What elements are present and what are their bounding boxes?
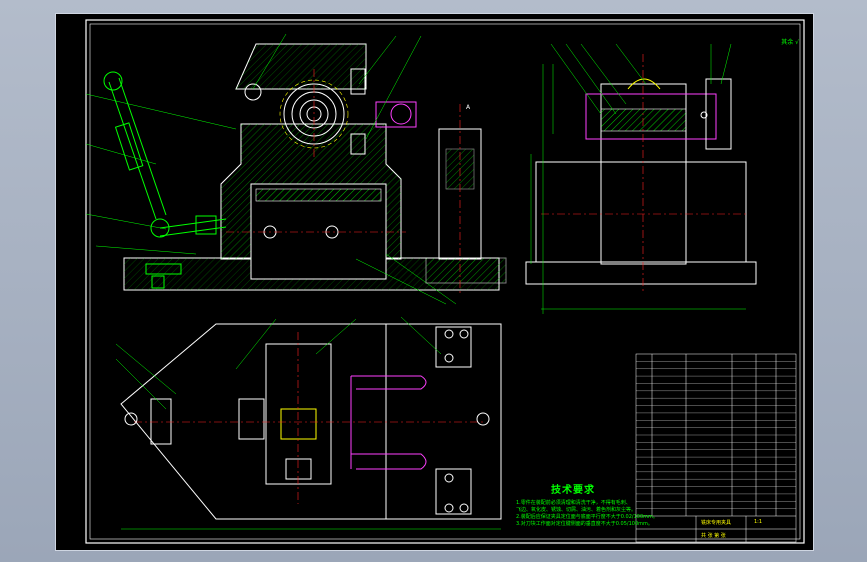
cad-drawing-area: A 其余 √ 技术要求 1.零件在装配前必须清理和清洗干净，不得有毛刺、 飞边、… xyxy=(55,13,814,551)
top-view xyxy=(115,316,502,530)
technical-requirements-title: 技术要求 xyxy=(551,485,595,496)
tech-req-line: 飞边、氧化皮、锈蚀、切屑、油污、着色剂和灰尘等。 xyxy=(516,507,637,513)
bom-row-lines xyxy=(636,361,796,509)
tech-req-line: 1.零件在装配前必须清理和清洗干净，不得有毛刺、 xyxy=(516,500,631,506)
bom-table xyxy=(635,353,797,543)
drawing-scale: 1:1 xyxy=(754,519,763,525)
side-view xyxy=(525,43,757,314)
drawing-name: 铣床专用夹具 xyxy=(701,520,732,526)
assembly-drawing: A xyxy=(85,19,805,544)
title-block: 铣床专用夹具 1:1 共 张 第 张 xyxy=(636,516,796,542)
tech-req-line: 3.对刀块工作面对定位键侧面的垂直度不大于0.05/100mm。 xyxy=(516,521,653,527)
sheet-count: 共 张 第 张 xyxy=(701,533,726,539)
svg-text:A: A xyxy=(466,104,471,111)
surface-finish-note: 其余 √ xyxy=(781,39,799,46)
section-view: A xyxy=(425,104,507,294)
